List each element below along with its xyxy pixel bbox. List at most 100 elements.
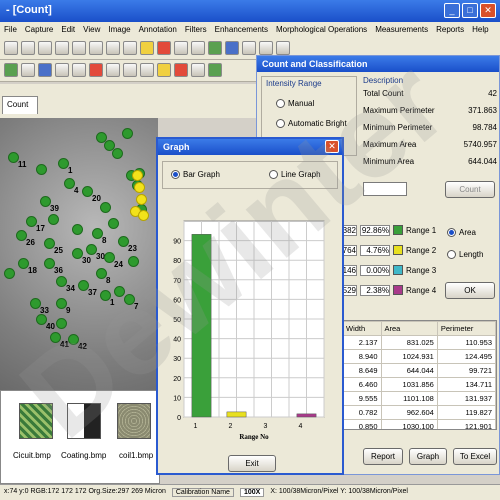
stat-value: 644.044 — [468, 157, 497, 166]
count-input[interactable] — [363, 182, 407, 196]
menu-item[interactable]: Filters — [185, 25, 207, 35]
tool-button[interactable] — [106, 63, 120, 77]
table-row[interactable]: 2.137 831.025 110.953 — [342, 335, 496, 350]
tool-button[interactable] — [157, 63, 171, 77]
thumbnail-circuit[interactable] — [19, 403, 53, 439]
toolbar-button[interactable] — [72, 41, 86, 55]
menu-item[interactable]: Reports — [436, 25, 464, 35]
menu-item[interactable]: Annotation — [139, 25, 177, 35]
cell-number: 26 — [26, 238, 35, 247]
menu-item[interactable]: Image — [108, 25, 130, 35]
calibration-label: Calibration Name — [171, 488, 234, 497]
column-header[interactable]: Area — [380, 321, 438, 336]
graph-button[interactable]: Graph — [409, 448, 447, 465]
toolbar-button[interactable] — [89, 41, 103, 55]
toolbar-button[interactable] — [225, 41, 239, 55]
line-graph-radio[interactable]: Line Graph — [269, 170, 321, 180]
radio-icon — [447, 250, 456, 260]
bar — [226, 411, 247, 418]
toolbar-button[interactable] — [259, 41, 273, 55]
toolbar-button[interactable] — [208, 41, 222, 55]
tool-button[interactable] — [140, 63, 154, 77]
toolbar-button[interactable] — [4, 41, 18, 55]
tool-button[interactable] — [21, 63, 35, 77]
table-row[interactable]: 8.649 644.044 99.721 — [342, 363, 496, 378]
table-cell: 644.044 — [380, 363, 438, 378]
tool-button[interactable] — [38, 63, 52, 77]
toolbar-button[interactable] — [21, 41, 35, 55]
toolbar-button[interactable] — [242, 41, 256, 55]
table-row[interactable]: 6.460 1031.856 134.711 — [342, 377, 496, 392]
table-row[interactable]: 0.782 962.604 119.827 — [342, 405, 496, 420]
toolbar-button[interactable] — [191, 41, 205, 55]
close-button[interactable]: ✕ — [480, 3, 496, 18]
table-cell: 8.649 — [342, 363, 382, 378]
toolbar-button[interactable] — [157, 41, 171, 55]
tool-button[interactable] — [89, 63, 103, 77]
toolbar-button[interactable] — [140, 41, 154, 55]
graph-close-icon[interactable]: ✕ — [325, 140, 339, 153]
manual-radio[interactable]: Manual — [276, 99, 314, 109]
measurement-table[interactable]: Width Area Perimeter 2.137 831.025 110.953 8.9… — [341, 320, 497, 430]
cell-number: 4 — [74, 186, 79, 195]
minimize-button[interactable]: _ — [444, 3, 460, 18]
tool-button[interactable] — [72, 63, 86, 77]
range-color-swatch[interactable] — [393, 285, 403, 295]
menu-item[interactable]: Morphological Operations — [276, 25, 367, 35]
tool-button[interactable] — [4, 63, 18, 77]
maximize-button[interactable]: □ — [462, 3, 478, 18]
report-button[interactable]: Report — [363, 448, 403, 465]
table-row[interactable]: 0.850 1030.100 121.901 — [342, 419, 496, 429]
toolbar-button[interactable] — [123, 41, 137, 55]
menu-item[interactable]: View — [83, 25, 100, 35]
toolbar-button[interactable] — [276, 41, 290, 55]
menu-item[interactable]: Edit — [61, 25, 75, 35]
area-label: Area — [459, 228, 476, 237]
tab-strip: Count — [0, 84, 260, 118]
tool-button[interactable] — [123, 63, 137, 77]
table-row[interactable]: 9.555 1101.108 131.937 — [342, 391, 496, 406]
toolbar-button[interactable] — [106, 41, 120, 55]
tool-button[interactable] — [174, 63, 188, 77]
x-axis-label: Range No — [239, 433, 269, 441]
menu-item[interactable]: Capture — [25, 25, 53, 35]
calibration-select[interactable]: 100X — [239, 488, 265, 497]
tool-button[interactable] — [55, 63, 69, 77]
auto-bright-radio[interactable]: Automatic Bright — [276, 119, 347, 129]
tool-button[interactable] — [208, 63, 222, 77]
thumbnail-coating[interactable] — [67, 403, 101, 439]
range-color-swatch[interactable] — [393, 245, 403, 255]
count-button[interactable]: Count — [445, 181, 495, 198]
description-label: Description — [363, 76, 404, 85]
area-radio[interactable]: Area — [447, 228, 476, 238]
ok-button[interactable]: OK — [445, 282, 495, 299]
length-radio[interactable]: Length — [447, 250, 483, 260]
toolbar-button[interactable] — [55, 41, 69, 55]
range-label: Range 4 — [406, 285, 437, 295]
table-row[interactable]: 8.940 1024.931 124.495 — [342, 349, 496, 364]
stat-value: 98.784 — [472, 123, 497, 132]
bar-graph-radio[interactable]: Bar Graph — [171, 170, 220, 180]
image-canvas[interactable]: 1114042039172625823183630302483437733914… — [0, 118, 158, 390]
range-color-swatch[interactable] — [393, 265, 403, 275]
column-header[interactable]: Width — [342, 321, 382, 336]
toolbar-button[interactable] — [174, 41, 188, 55]
exit-button[interactable]: Exit — [228, 455, 276, 472]
column-header[interactable]: Perimeter — [436, 321, 496, 336]
cell-number: 40 — [46, 322, 55, 331]
menu-item[interactable]: File — [4, 25, 17, 35]
menu-item[interactable]: Enhancements — [215, 25, 268, 35]
tool-button[interactable] — [191, 63, 205, 77]
range-color-swatch[interactable] — [393, 225, 403, 235]
y-tick-label: 80 — [173, 258, 181, 265]
menu-item[interactable]: Help — [472, 25, 488, 35]
thumbnail-coil[interactable] — [117, 403, 151, 439]
tab-count[interactable]: Count — [2, 96, 38, 114]
table-cell: 1030.100 — [380, 419, 438, 429]
toolbar-button[interactable] — [38, 41, 52, 55]
radio-icon — [171, 170, 180, 180]
menu-item[interactable]: Measurements — [375, 25, 428, 35]
to-excel-button[interactable]: To Excel — [453, 448, 497, 465]
y-tick-label: 90 — [173, 239, 181, 246]
stat-value: 371.863 — [468, 106, 497, 115]
